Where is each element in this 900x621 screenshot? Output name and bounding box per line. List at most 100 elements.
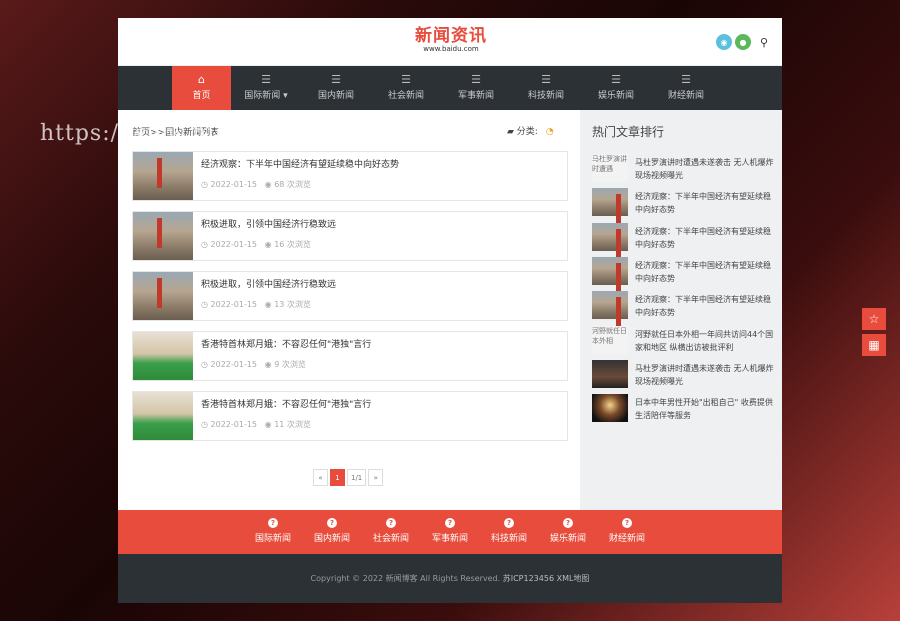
nav-item-home[interactable]: ⌂ 首页 [172,66,231,110]
hot-article-thumbnail[interactable]: 马杜罗演讲时遭遇 [592,154,628,182]
nav-item-society[interactable]: ☰ 社会新闻 [371,66,441,110]
article-title[interactable]: 香港特首林郑月娥：不容忍任何"港独"言行 [201,337,371,350]
hot-article-title[interactable]: 马杜罗演讲时遭遇未遂袭击 无人机爆炸现场视频曝光 [635,156,775,182]
article-title[interactable]: 经济观察：下半年中国经济有望延续稳中向好态势 [201,157,399,170]
footer-nav-label: 国际新闻 [254,534,291,544]
hot-article-item[interactable]: 经济观察：下半年中国经济有望延续稳中向好态势 [592,291,777,327]
hot-article-item[interactable]: 河野就任日本外相 河野就任日本外相一年间共访问44个国家和地区 纵横出访被批评利 [592,326,777,356]
list-icon: ☰ [541,73,551,86]
eye-icon: ◉ [264,360,272,369]
nav-label: 首页 [192,91,211,101]
nav-label: 国际新闻 [244,91,281,101]
hot-article-thumbnail[interactable] [592,291,628,327]
hot-article-item[interactable]: 经济观察：下半年中国经济有望延续稳中向好态势 [592,257,777,293]
footer-nav-finance[interactable]: ? 财经新闻 [598,510,657,554]
main-nav: ⌂ 首页 ☰ 国际新闻 ▾ ☰ 国内新闻 ☰ 社会新闻 ☰ 军事新闻 ☰ 科技新闻 ☰ 娱乐新… [118,66,782,110]
eye-icon: ◉ [264,420,272,429]
hot-article-thumbnail[interactable] [592,257,628,293]
hot-article-title[interactable]: 经济观察：下半年中国经济有望延续稳中向好态势 [635,293,775,319]
category-bar: ▰ 分类: ◔ [507,124,554,137]
copyright-text: Copyright © 2022 新闻博客 All Rights Reserve… [310,574,501,583]
article-thumbnail[interactable] [133,152,193,200]
hot-article-item[interactable]: 马杜罗演讲时遭遇未遂袭击 无人机爆炸现场视频曝光 [592,360,777,390]
nav-item-military[interactable]: ☰ 军事新闻 [441,66,511,110]
hot-article-title[interactable]: 经济观察：下半年中国经济有望延续稳中向好态势 [635,190,775,216]
article-title[interactable]: 积极进取，引领中国经济行稳致远 [201,217,336,230]
article-date: 2022-01-15 [210,360,258,369]
list-icon: ☰ [471,73,481,86]
footer-nav: ? 国际新闻 ? 国内新闻 ? 社会新闻 ? 军事新闻 ? 科技新闻 ? 娱乐新闻 ? 财经新… [118,510,782,554]
nav-label: 科技新闻 [527,91,564,101]
rss-icon[interactable]: ◔ [546,127,554,137]
nav-item-tech[interactable]: ☰ 科技新闻 [511,66,581,110]
clock-icon: ◷ [201,180,208,189]
star-icon[interactable]: ☆ [862,308,886,330]
nav-label: 娱乐新闻 [597,91,634,101]
hot-article-thumbnail[interactable] [592,188,628,224]
nav-item-entertainment[interactable]: ☰ 娱乐新闻 [581,66,651,110]
qrcode-icon[interactable]: ▦ [862,334,886,356]
footer-nav-international[interactable]: ? 国际新闻 [244,510,303,554]
clock-icon: ◷ [201,420,208,429]
article-list-section: 首页>>国内新闻列表 ▰ 分类: ◔ 经济观察：下半年中国经济有望延续稳中向好态势… [118,110,580,510]
footer-nav-label: 科技新闻 [490,534,527,544]
article-item[interactable]: 经济观察：下半年中国经济有望延续稳中向好态势 ◷ 2022-01-15 ◉ 68… [132,151,568,201]
hot-article-thumbnail[interactable] [592,394,628,422]
article-thumbnail[interactable] [133,272,193,320]
article-thumbnail[interactable] [133,332,193,380]
footer-nav-domestic[interactable]: ? 国内新闻 [303,510,362,554]
article-item[interactable]: 积极进取，引领中国经济行稳致远 ◷ 2022-01-15 ◉ 13 次浏览 [132,271,568,321]
article-views: 13 次浏览 [274,300,311,309]
clock-icon: ◷ [201,240,208,249]
hot-article-thumbnail[interactable] [592,360,628,388]
footer-nav-tech[interactable]: ? 科技新闻 [480,510,539,554]
question-icon: ? [268,518,278,528]
next-page-button[interactable]: » [368,469,384,486]
article-item[interactable]: 香港特首林郑月娥：不容忍任何"港独"言行 ◷ 2022-01-15 ◉ 11 次… [132,391,568,441]
hot-article-item[interactable]: 日本中年男性开始"出租自己" 收费提供生活陪伴等服务 [592,394,777,424]
nav-item-domestic[interactable]: ☰ 国内新闻 [301,66,371,110]
site-logo[interactable]: 新闻资讯 www.baidu.com [406,27,496,54]
footer-nav-society[interactable]: ? 社会新闻 [362,510,421,554]
article-title[interactable]: 积极进取，引领中国经济行稳致远 [201,277,336,290]
question-icon: ? [504,518,514,528]
footer-nav-entertainment[interactable]: ? 娱乐新闻 [539,510,598,554]
qq-icon[interactable]: ◉ [716,34,732,50]
question-icon: ? [563,518,573,528]
hot-article-title[interactable]: 河野就任日本外相一年间共访问44个国家和地区 纵横出访被批评利 [635,328,775,354]
hot-article-item[interactable]: 经济观察：下半年中国经济有望延续稳中向好态势 [592,188,777,224]
category-label: 分类: [516,127,538,137]
article-thumbnail[interactable] [133,212,193,260]
eye-icon: ◉ [264,300,272,309]
hot-article-title[interactable]: 经济观察：下半年中国经济有望延续稳中向好态势 [635,259,775,285]
article-title[interactable]: 香港特首林郑月娥：不容忍任何"港独"言行 [201,397,371,410]
hot-article-title[interactable]: 日本中年男性开始"出租自己" 收费提供生活陪伴等服务 [635,396,775,422]
footer-nav-label: 财经新闻 [608,534,645,544]
eye-icon: ◉ [264,240,272,249]
watermark-text: https://www.huzhan.com/ishop27193 [40,121,486,146]
nav-label: 军事新闻 [457,91,494,101]
current-page[interactable]: 1 [330,469,345,486]
hot-article-item[interactable]: 经济观察：下半年中国经济有望延续稳中向好态势 [592,223,777,259]
wechat-icon[interactable]: ● [735,34,751,50]
hot-article-item[interactable]: 马杜罗演讲时遭遇 马杜罗演讲时遭遇未遂袭击 无人机爆炸现场视频曝光 [592,154,777,184]
sitemap-link[interactable]: XML地图 [557,574,590,583]
prev-page-button[interactable]: « [313,469,328,486]
footer-nav-label: 娱乐新闻 [549,534,586,544]
hot-article-thumbnail[interactable]: 河野就任日本外相 [592,326,628,354]
hot-article-title[interactable]: 马杜罗演讲时遭遇未遂袭击 无人机爆炸现场视频曝光 [635,362,775,388]
nav-item-finance[interactable]: ☰ 财经新闻 [651,66,721,110]
nav-label: 国内新闻 [317,91,354,101]
article-item[interactable]: 积极进取，引领中国经济行稳致远 ◷ 2022-01-15 ◉ 16 次浏览 [132,211,568,261]
article-views: 68 次浏览 [274,180,311,189]
hot-article-thumbnail[interactable] [592,223,628,259]
article-thumbnail[interactable] [133,392,193,440]
footer-nav-military[interactable]: ? 军事新闻 [421,510,480,554]
icp-link[interactable]: 苏ICP123456 [503,574,554,583]
article-views: 11 次浏览 [274,420,311,429]
nav-item-international[interactable]: ☰ 国际新闻 ▾ [231,66,301,110]
search-icon[interactable]: ⚲ [756,34,772,50]
article-item[interactable]: 香港特首林郑月娥：不容忍任何"港独"言行 ◷ 2022-01-15 ◉ 9 次浏… [132,331,568,381]
hot-article-title[interactable]: 经济观察：下半年中国经济有望延续稳中向好态势 [635,225,775,251]
article-date: 2022-01-15 [210,180,258,189]
